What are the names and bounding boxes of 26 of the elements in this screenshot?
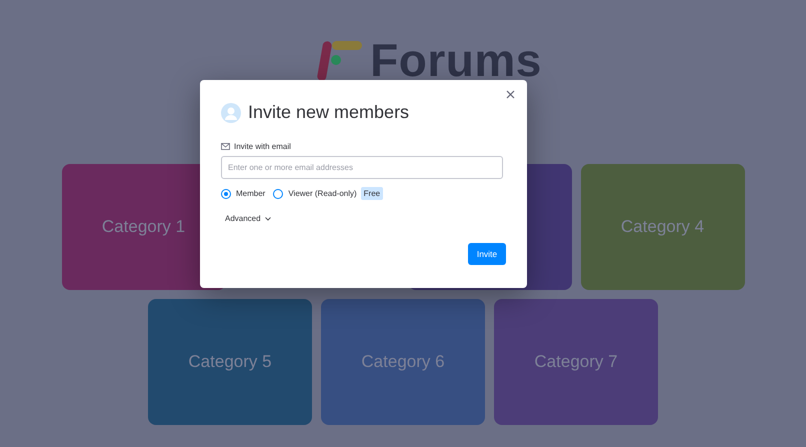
role-label: Viewer (Read-only) xyxy=(288,189,357,198)
close-button[interactable] xyxy=(504,88,517,101)
section-label: Invite with email xyxy=(234,142,291,151)
category-card[interactable]: Category 7 xyxy=(494,299,658,425)
radio-icon[interactable] xyxy=(273,188,284,198)
role-label: Member xyxy=(236,189,266,198)
radio-icon[interactable] xyxy=(221,188,231,198)
advanced-toggle[interactable]: Advanced xyxy=(225,214,271,223)
category-label: Category 6 xyxy=(361,352,445,372)
close-icon xyxy=(506,90,515,99)
role-radio[interactable]: Viewer (Read-only) xyxy=(273,188,357,198)
category-card[interactable]: Category 5 xyxy=(148,299,312,425)
invite-button[interactable]: Invite xyxy=(468,243,506,265)
category-card[interactable]: Category 6 xyxy=(321,299,485,425)
dialog-title: Invite new members xyxy=(248,102,410,123)
category-label: Category 5 xyxy=(188,352,272,372)
category-label: Category 7 xyxy=(534,352,618,372)
category-label: Category 4 xyxy=(620,217,704,237)
category-label: Category 1 xyxy=(102,217,186,237)
chevron-icon xyxy=(264,216,271,220)
logo-text: Forums xyxy=(370,33,542,87)
avatar-icon xyxy=(221,102,241,122)
category-card[interactable]: Category 4 xyxy=(580,164,744,290)
envelope-icon xyxy=(221,143,230,150)
email-input[interactable]: Enter one or more email addresses xyxy=(221,156,503,179)
free-tag: Free xyxy=(360,187,384,200)
